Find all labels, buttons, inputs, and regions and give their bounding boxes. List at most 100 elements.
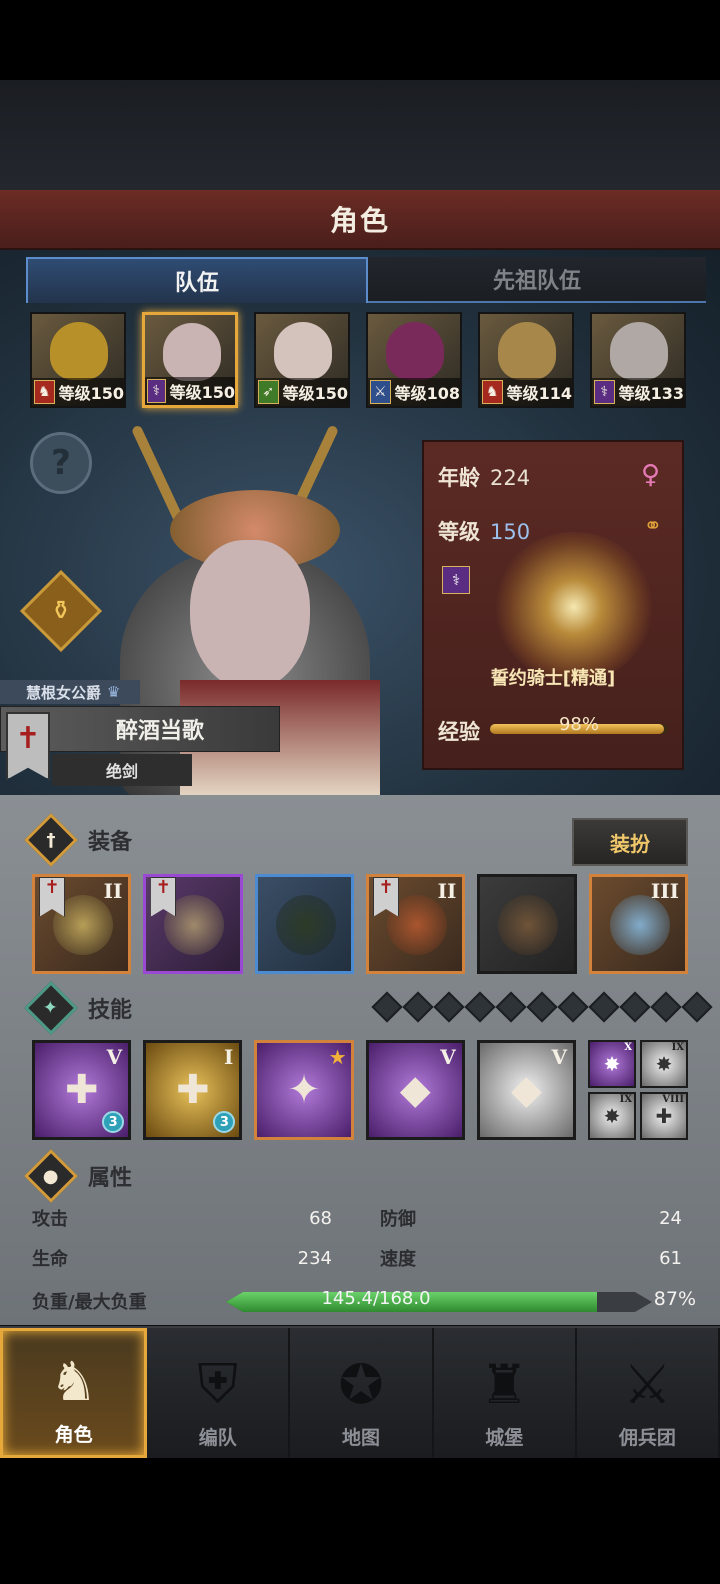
equip-slot-armor[interactable]: ✝ II bbox=[365, 874, 466, 974]
age-row: 年龄 224 bbox=[438, 462, 530, 492]
passive-skill-icon: ✚ bbox=[655, 1104, 673, 1128]
skill-rank: V bbox=[440, 1045, 456, 1069]
bottom-bar bbox=[0, 1458, 720, 1584]
passive-skill-icon: ✸ bbox=[603, 1104, 621, 1128]
skill-point-pip bbox=[495, 991, 527, 1023]
skill-point-pip bbox=[650, 991, 682, 1023]
party-portrait[interactable]: ♞ 等级114 bbox=[478, 312, 574, 408]
exp-text: 98% bbox=[558, 714, 599, 735]
amulet-icon bbox=[609, 895, 670, 955]
ring-icon[interactable]: ⚭ bbox=[644, 514, 662, 539]
attack-value: 68 bbox=[309, 1207, 332, 1229]
equipment-slots: ✝ II ✝ ✝ II III bbox=[32, 874, 688, 974]
skill-point-pip bbox=[433, 991, 465, 1023]
skill-point-pip bbox=[464, 991, 496, 1023]
defense-stat: 防御 24 bbox=[380, 1204, 682, 1232]
skill-slot[interactable]: ✚ V 3 bbox=[32, 1040, 132, 1140]
hero-name: 醉酒当歌 bbox=[115, 719, 204, 744]
bow-icon: ➶ bbox=[258, 380, 279, 404]
party-portrait[interactable]: ⚔ 等级108 bbox=[366, 312, 462, 408]
helmet-icon: ⛨ bbox=[197, 1352, 239, 1415]
party-portrait[interactable]: ➶ 等级150 bbox=[254, 312, 350, 408]
skill-point-pip bbox=[402, 991, 434, 1023]
star-icon: ★ bbox=[328, 1045, 347, 1069]
skill-slot[interactable]: ✚ I 3 bbox=[143, 1040, 243, 1140]
portrait-face bbox=[498, 322, 556, 380]
load-percent: 87% bbox=[653, 1288, 696, 1310]
hp-value: 234 bbox=[297, 1247, 332, 1269]
passive-skill[interactable]: ✚ VIII bbox=[640, 1092, 689, 1140]
skill-point-pip bbox=[526, 991, 558, 1023]
nav-helmet[interactable]: ⛨ 编队 bbox=[147, 1328, 291, 1458]
passive-skill-rank: IX bbox=[671, 1042, 685, 1053]
info-panel: 年龄 224 ♀ 等级 150 ⚭ ⚕ 誓约骑士[精通] 经验 98% bbox=[422, 440, 684, 770]
speed-label: 速度 bbox=[380, 1249, 416, 1270]
skill-slot[interactable]: ✦ ★ bbox=[254, 1040, 354, 1140]
equip-slot-boots[interactable] bbox=[477, 874, 577, 974]
party-portraits: ♞ 等级150 ⚕ 等级150 ➶ 等级150 ⚔ 等级108 ♞ 等级114 ⚕ 等级133 bbox=[30, 312, 690, 408]
equip-slot-hood[interactable] bbox=[254, 874, 354, 974]
skill-slot[interactable]: ◆ V bbox=[476, 1040, 577, 1140]
banner-icon: ✝ bbox=[39, 877, 65, 917]
knight-icon: ♞ bbox=[49, 1349, 98, 1413]
class-name[interactable]: 誓约骑士[精通] bbox=[424, 664, 682, 690]
tab-ancestor-party[interactable]: 先祖队伍 bbox=[368, 257, 706, 303]
nav-label: 编队 bbox=[198, 1427, 237, 1449]
skill-rank: I bbox=[224, 1045, 234, 1069]
passive-skill[interactable]: ✸ IX bbox=[640, 1040, 689, 1088]
portrait-level-text: 等级133 bbox=[618, 384, 684, 403]
dress-up-button[interactable]: 装扮 bbox=[572, 818, 688, 866]
party-portrait[interactable]: ⚕ 等级133 bbox=[590, 312, 686, 408]
skill-icon: ◆ bbox=[399, 1067, 431, 1113]
star-icon: ✦ bbox=[24, 981, 78, 1035]
party-tabs: 队伍 先祖队伍 bbox=[26, 257, 706, 303]
portrait-face bbox=[163, 323, 221, 381]
passive-skill[interactable]: ✸ X bbox=[588, 1040, 637, 1088]
skill-icon: ✚ bbox=[176, 1067, 210, 1113]
age-value: 224 bbox=[490, 466, 531, 490]
help-button[interactable]: ? bbox=[30, 432, 92, 494]
horse-icon: ♞ bbox=[482, 380, 503, 404]
tab-party[interactable]: 队伍 bbox=[26, 257, 368, 303]
skill-slot[interactable]: ◆ V bbox=[365, 1040, 465, 1140]
nav-label: 佣兵团 bbox=[618, 1427, 676, 1449]
hp-label: 生命 bbox=[32, 1249, 68, 1270]
level-value: 150 bbox=[490, 520, 531, 544]
equip-slot-shield[interactable]: ✝ bbox=[143, 874, 243, 974]
nav-compass-map[interactable]: ✪ 地图 bbox=[290, 1328, 434, 1458]
castle-icon: ♜ bbox=[479, 1352, 529, 1416]
equip-slot-amulet[interactable]: III bbox=[588, 874, 688, 974]
skill-icon: ✚ bbox=[64, 1067, 99, 1113]
staff-icon: ⚕ bbox=[442, 566, 470, 594]
nav-knight[interactable]: ♞ 角色 bbox=[0, 1328, 148, 1458]
exp-label: 经验 bbox=[438, 720, 480, 744]
hero-face bbox=[190, 540, 310, 690]
party-portrait[interactable]: ♞ 等级150 bbox=[30, 312, 126, 408]
passive-skill-rank: VIII bbox=[662, 1094, 685, 1105]
skill-point-pip bbox=[619, 991, 651, 1023]
portrait-face bbox=[50, 322, 108, 380]
skill-rank: V bbox=[551, 1045, 568, 1069]
banner-icon: ✝ bbox=[150, 877, 177, 917]
knight-mount-image bbox=[494, 532, 654, 682]
banner-icon: ✝ bbox=[372, 877, 399, 917]
speed-stat: 速度 61 bbox=[380, 1244, 682, 1272]
sword-icon: ⚔ bbox=[370, 380, 391, 404]
speed-value: 61 bbox=[659, 1247, 682, 1269]
attributes-title: 属性 bbox=[88, 1166, 133, 1191]
load-label: 负重/最大负重 bbox=[32, 1292, 147, 1313]
nav-mercenary[interactable]: ⚔ 佣兵团 bbox=[577, 1328, 720, 1458]
nav-castle[interactable]: ♜ 城堡 bbox=[434, 1328, 577, 1458]
equip-slot-sword[interactable]: ✝ II bbox=[32, 874, 132, 974]
passive-skill-icon: ✸ bbox=[655, 1052, 673, 1076]
skill-points bbox=[371, 991, 713, 1023]
staff-icon: ⚕ bbox=[147, 379, 166, 403]
skill-count-badge: 3 bbox=[213, 1111, 236, 1133]
hood-icon bbox=[275, 895, 336, 955]
skill-point-pip bbox=[557, 991, 589, 1023]
age-label: 年龄 bbox=[438, 466, 480, 490]
attack-label: 攻击 bbox=[32, 1209, 68, 1230]
passive-skill[interactable]: ✸ IX bbox=[588, 1092, 637, 1140]
header-bar: 角色 bbox=[0, 190, 720, 250]
party-portrait[interactable]: ⚕ 等级150 bbox=[142, 312, 238, 408]
